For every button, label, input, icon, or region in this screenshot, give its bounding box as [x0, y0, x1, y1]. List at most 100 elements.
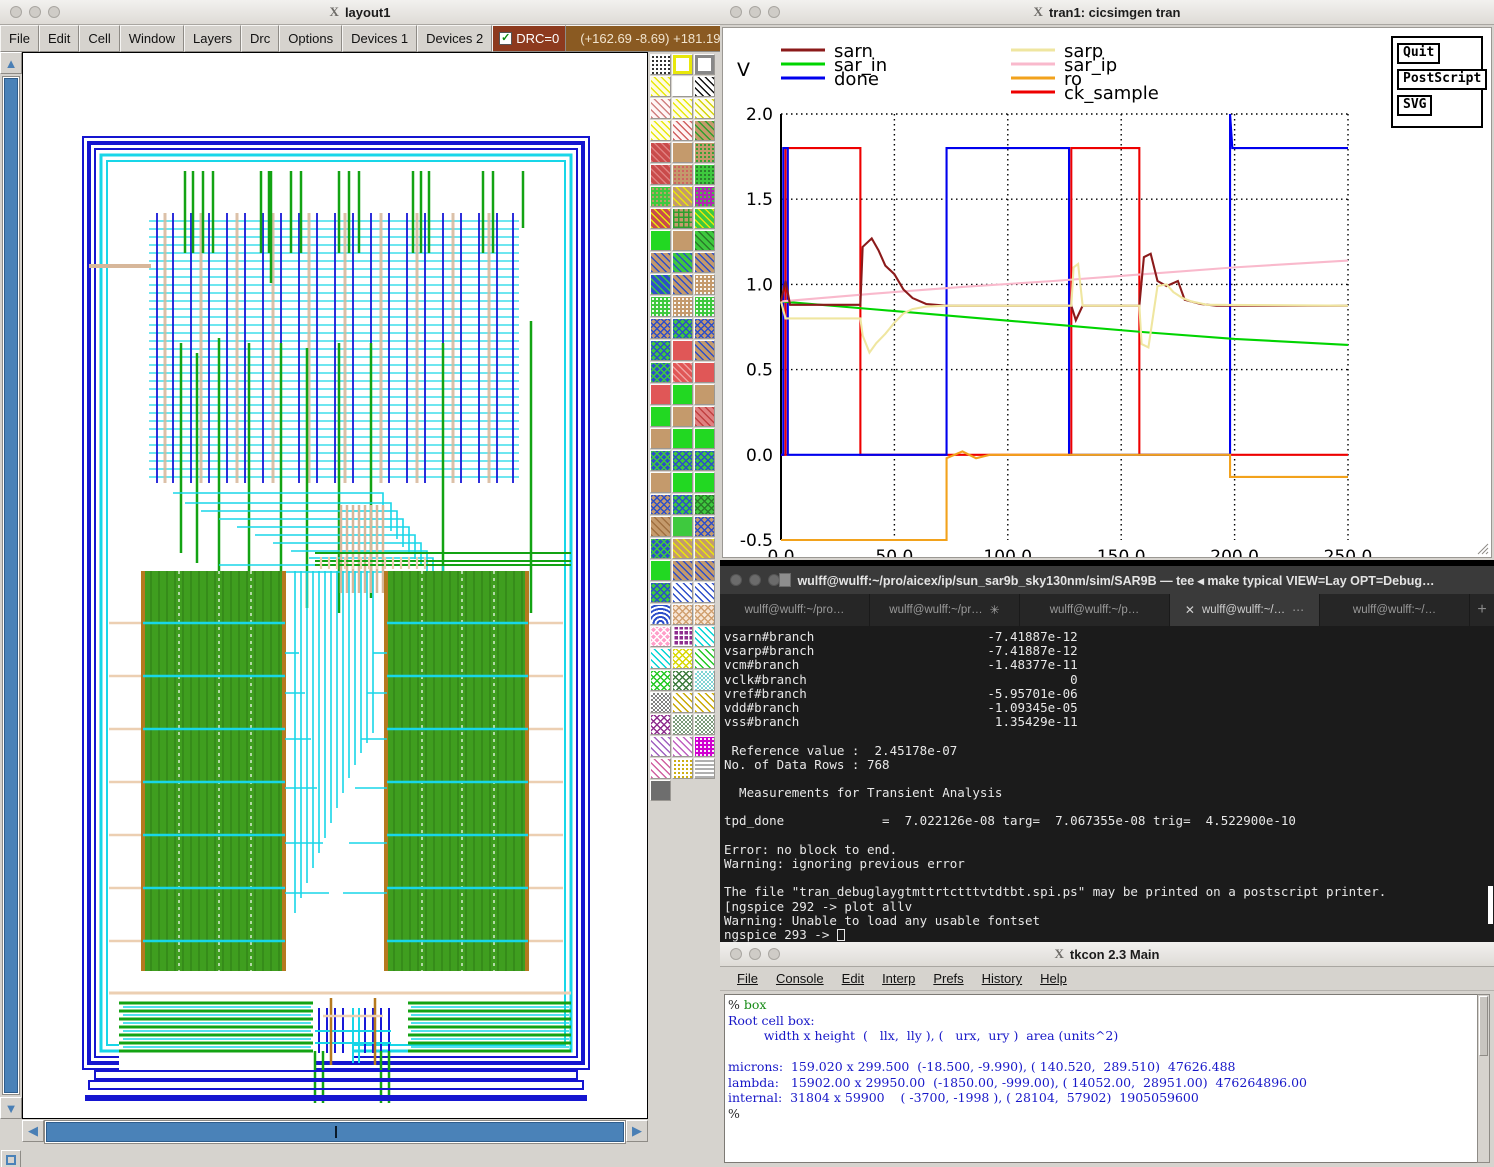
- layer-swatch[interactable]: [650, 120, 671, 141]
- layer-swatch[interactable]: [694, 604, 715, 625]
- layer-swatch[interactable]: [694, 714, 715, 735]
- minimize-button[interactable]: [29, 6, 41, 18]
- layer-swatch[interactable]: [672, 120, 693, 141]
- postscript-button[interactable]: PostScript: [1397, 69, 1487, 90]
- layer-swatch[interactable]: [650, 230, 671, 251]
- svg-button[interactable]: SVG: [1397, 95, 1432, 116]
- layer-swatch[interactable]: [694, 230, 715, 251]
- close-button[interactable]: [730, 948, 742, 960]
- layer-swatch[interactable]: [694, 120, 715, 141]
- layer-swatch[interactable]: [694, 318, 715, 339]
- layer-swatch[interactable]: [694, 296, 715, 317]
- menu-file[interactable]: File: [0, 25, 39, 52]
- layer-swatch[interactable]: [694, 494, 715, 515]
- layer-swatch[interactable]: [672, 384, 693, 405]
- resize-grip-icon[interactable]: [1477, 543, 1489, 555]
- maximize-button[interactable]: [768, 574, 780, 586]
- layer-swatch[interactable]: [672, 76, 693, 97]
- layer-swatch[interactable]: [650, 362, 671, 383]
- layer-swatch[interactable]: [672, 736, 693, 757]
- terminal-tab[interactable]: wulff@wulff:~/pr…✳: [870, 594, 1020, 626]
- plot-canvas[interactable]: 0.050.0100.0150.0200.0250.0-0.50.00.51.0…: [722, 27, 1492, 558]
- terminal-titlebar[interactable]: wulff@wulff:~/pro/aicex/ip/sun_sar9b_sky…: [720, 566, 1494, 594]
- layer-swatch[interactable]: [650, 670, 671, 691]
- tkcon-menu-help[interactable]: Help: [1031, 970, 1076, 987]
- layer-swatch[interactable]: [650, 450, 671, 471]
- terminal-tab[interactable]: wulff@wulff:~/pro…: [720, 594, 870, 626]
- layer-swatch[interactable]: [694, 692, 715, 713]
- layer-swatch[interactable]: [650, 274, 671, 295]
- tkcon-menu-interp[interactable]: Interp: [873, 970, 924, 987]
- layer-swatch[interactable]: [650, 516, 671, 537]
- layer-swatch[interactable]: [694, 516, 715, 537]
- layer-swatch[interactable]: [694, 428, 715, 449]
- tkcon-console-output[interactable]: % boxRoot cell box: width x height ( llx…: [724, 994, 1490, 1163]
- layer-swatch[interactable]: [650, 560, 671, 581]
- terminal-prompt-line[interactable]: ngspice 293 ->: [724, 928, 1494, 942]
- layer-swatch[interactable]: [672, 648, 693, 669]
- layer-swatch[interactable]: [672, 340, 693, 361]
- layer-swatch[interactable]: [650, 54, 671, 75]
- menu-edit[interactable]: Edit: [39, 25, 79, 52]
- layer-swatch[interactable]: [672, 670, 693, 691]
- layer-swatch[interactable]: [650, 472, 671, 493]
- layer-swatch[interactable]: [694, 340, 715, 361]
- layer-swatch[interactable]: [694, 736, 715, 757]
- tkcon-menubar[interactable]: File Console Edit Interp Prefs History H…: [720, 967, 1494, 991]
- tkcon-menu-console[interactable]: Console: [767, 970, 833, 987]
- layer-swatch[interactable]: [694, 186, 715, 207]
- layer-swatch[interactable]: [694, 582, 715, 603]
- layer-swatch[interactable]: [694, 670, 715, 691]
- menu-devices-1[interactable]: Devices 1: [342, 25, 417, 52]
- tkcon-titlebar[interactable]: X tkcon 2.3 Main: [720, 942, 1494, 967]
- plot-window-controls[interactable]: [720, 6, 780, 18]
- minimize-button[interactable]: [749, 948, 761, 960]
- layer-swatch[interactable]: [650, 252, 671, 273]
- layer-swatch[interactable]: [672, 582, 693, 603]
- menu-drc[interactable]: Drc: [241, 25, 279, 52]
- layout-titlebar[interactable]: X layout1: [0, 0, 720, 25]
- layer-swatch[interactable]: [672, 714, 693, 735]
- tkcon-menu-edit[interactable]: Edit: [833, 970, 873, 987]
- layer-swatch[interactable]: [650, 76, 671, 97]
- layer-swatch[interactable]: [694, 560, 715, 581]
- tkcon-window-controls[interactable]: [720, 948, 780, 960]
- vertical-scrollbar[interactable]: ▲ ▼: [0, 52, 22, 1119]
- plot-titlebar[interactable]: X tran1: cicsimgen tran: [720, 0, 1494, 25]
- plot-button-panel[interactable]: Quit PostScript SVG: [1391, 36, 1483, 128]
- layer-palette[interactable]: [648, 52, 720, 1119]
- layer-swatch[interactable]: [694, 450, 715, 471]
- close-button[interactable]: [10, 6, 22, 18]
- layout-canvas[interactable]: [22, 52, 648, 1119]
- layer-swatch[interactable]: [672, 164, 693, 185]
- layer-swatch[interactable]: [650, 538, 671, 559]
- layer-swatch[interactable]: [672, 516, 693, 537]
- layer-swatch[interactable]: [694, 648, 715, 669]
- layer-swatch[interactable]: [650, 648, 671, 669]
- layer-swatch[interactable]: [672, 758, 693, 779]
- layer-swatch[interactable]: [672, 142, 693, 163]
- layer-swatch[interactable]: [672, 406, 693, 427]
- layer-swatch[interactable]: [650, 208, 671, 229]
- layer-swatch[interactable]: [672, 538, 693, 559]
- layer-swatch[interactable]: [650, 736, 671, 757]
- layer-swatch[interactable]: [650, 626, 671, 647]
- terminal-tab[interactable]: wulff@wulff:~/…: [1320, 594, 1470, 626]
- layer-swatch[interactable]: [672, 208, 693, 229]
- maximize-button[interactable]: [768, 948, 780, 960]
- layer-swatch[interactable]: [672, 318, 693, 339]
- layer-swatch[interactable]: [694, 252, 715, 273]
- zoom-full-button[interactable]: [1, 1150, 21, 1167]
- layer-swatch[interactable]: [694, 758, 715, 779]
- layer-swatch[interactable]: [672, 186, 693, 207]
- layer-swatch[interactable]: [694, 274, 715, 295]
- scroll-down-arrow-icon[interactable]: ▼: [0, 1097, 22, 1119]
- layer-swatch[interactable]: [694, 98, 715, 119]
- vertical-scroll-thumb[interactable]: [4, 78, 18, 1093]
- layer-swatch[interactable]: [650, 186, 671, 207]
- layer-swatch[interactable]: [650, 406, 671, 427]
- scroll-left-arrow-icon[interactable]: ◀: [22, 1120, 44, 1142]
- tkcon-window[interactable]: X tkcon 2.3 Main File Console Edit Inter…: [720, 942, 1494, 1167]
- terminal-window-controls[interactable]: [720, 574, 780, 586]
- layer-swatch[interactable]: [672, 450, 693, 471]
